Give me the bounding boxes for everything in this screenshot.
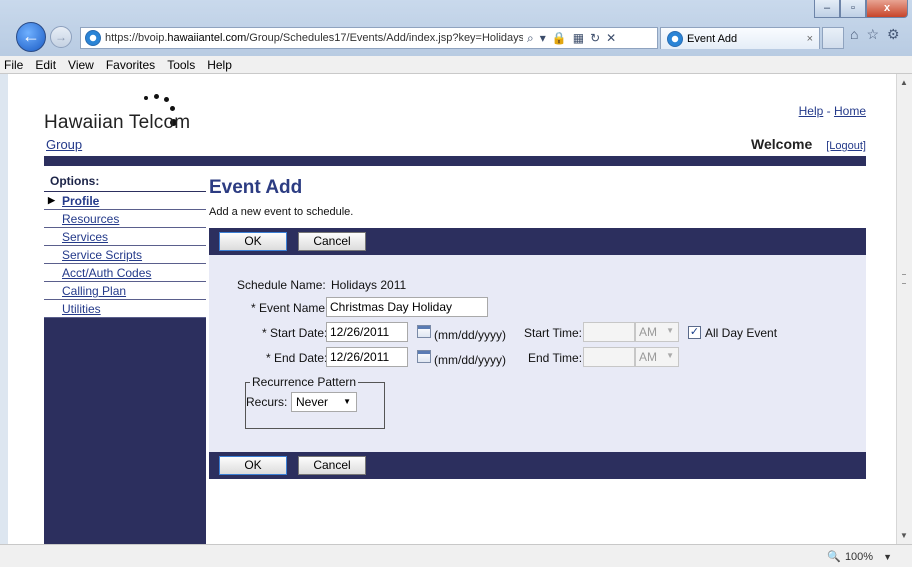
end-time-label: End Time: <box>528 351 583 365</box>
address-bar[interactable]: https://bvoip.hawaiiantel.com/Group/Sche… <box>80 27 658 49</box>
sidebar-item-acct-auth-codes[interactable]: Acct/Auth Codes <box>44 264 206 282</box>
sidebar-item-service-scripts[interactable]: Service Scripts <box>44 246 206 264</box>
recurrence-pattern-legend: Recurrence Pattern <box>250 375 359 389</box>
menu-view[interactable]: View <box>68 58 94 72</box>
window-controls: – ▫ x <box>814 0 908 18</box>
cancel-button-top[interactable]: Cancel <box>298 232 366 251</box>
options-sidebar: Options: ▶ Profile Resources Services Se… <box>44 166 206 544</box>
all-day-event-checkbox[interactable]: ✓ <box>688 326 701 339</box>
header-links: Help - Home <box>799 104 866 118</box>
vertical-scrollbar[interactable]: ▲ ▼ <box>896 74 912 544</box>
recurrence-pattern-group: Recurrence Pattern Recurs: Never ▼ <box>245 375 385 429</box>
dropdown-icon[interactable]: ▾ <box>540 31 546 46</box>
event-name-label: * Event Name: <box>251 301 329 315</box>
header-divider-bar <box>44 156 866 166</box>
link-separator: - <box>826 104 831 118</box>
recurs-label: Recurs: <box>246 395 288 409</box>
menu-help[interactable]: Help <box>207 58 232 72</box>
menu-file[interactable]: File <box>4 58 23 72</box>
url-text[interactable]: https://bvoip.hawaiiantel.com/Group/Sche… <box>105 32 523 44</box>
cancel-button-bottom[interactable]: Cancel <box>298 456 366 475</box>
start-date-format: (mm/dd/yyyy) <box>434 328 506 342</box>
compat-view-icon[interactable]: ▦ <box>573 31 584 46</box>
end-date-calendar-icon[interactable] <box>417 350 431 363</box>
search-icon[interactable]: ⌕ <box>527 31 534 46</box>
menu-bar: File Edit View Favorites Tools Help <box>0 56 912 74</box>
ok-button-bottom[interactable]: OK <box>219 456 287 475</box>
scroll-up-icon[interactable]: ▲ <box>900 78 908 87</box>
start-time-label: Start Time: <box>524 326 583 340</box>
sidebar-item-profile[interactable]: ▶ Profile <box>44 192 206 210</box>
start-time-ampm-select[interactable]: AM ▼ <box>635 322 679 342</box>
end-date-format: (mm/dd/yyyy) <box>434 353 506 367</box>
end-date-input[interactable] <box>326 347 408 367</box>
scroll-grip[interactable] <box>902 274 906 284</box>
home-link[interactable]: Home <box>834 104 866 118</box>
welcome-text: Welcome <box>751 136 813 152</box>
back-button[interactable]: ← <box>16 22 46 52</box>
stop-icon[interactable]: ✕ <box>606 31 616 46</box>
new-tab-button[interactable] <box>822 27 844 49</box>
forward-button[interactable]: → <box>50 26 72 48</box>
chevron-down-icon: ▼ <box>343 397 351 406</box>
sidebar-item-calling-plan[interactable]: Calling Plan <box>44 282 206 300</box>
top-action-bar: OK Cancel <box>209 228 866 255</box>
zoom-icon: 🔍 <box>827 551 841 563</box>
sidebar-item-services[interactable]: Services <box>44 228 206 246</box>
options-heading: Options: <box>44 166 206 192</box>
page-subtitle: Add a new event to schedule. <box>209 206 354 218</box>
end-time-ampm-select[interactable]: AM ▼ <box>635 347 679 367</box>
logout-link[interactable]: [Logout] <box>826 140 866 152</box>
sidebar-item-resources[interactable]: Resources <box>44 210 206 228</box>
ok-button-top[interactable]: OK <box>219 232 287 251</box>
tab-close-icon[interactable]: × <box>807 33 813 45</box>
event-form: Schedule Name: Holidays 2011 * Event Nam… <box>209 255 866 452</box>
start-date-calendar-icon[interactable] <box>417 325 431 338</box>
zoom-control[interactable]: 🔍 100% ▼ <box>827 550 892 564</box>
page-title: Event Add <box>209 177 303 198</box>
all-day-event-label: All Day Event <box>705 326 778 340</box>
zoom-dropdown-icon[interactable]: ▼ <box>883 552 892 562</box>
menu-edit[interactable]: Edit <box>35 58 56 72</box>
start-date-label: * Start Date: <box>262 326 328 340</box>
menu-tools[interactable]: Tools <box>167 58 195 72</box>
lock-icon[interactable]: 🔒 <box>552 31 567 46</box>
gear-icon[interactable]: ⚙ <box>887 26 900 43</box>
end-date-label: * End Date: <box>266 351 328 365</box>
minimize-button[interactable]: – <box>814 0 840 18</box>
zoom-level: 100% <box>844 550 874 563</box>
welcome-area: Welcome [Logout] <box>751 136 866 152</box>
start-time-input[interactable] <box>583 322 635 342</box>
group-link[interactable]: Group <box>46 137 82 152</box>
schedule-name-value: Holidays 2011 <box>331 278 407 292</box>
scroll-down-icon[interactable]: ▼ <box>900 531 908 540</box>
chevron-down-icon: ▼ <box>666 326 674 335</box>
status-bar: 🔍 100% ▼ <box>0 544 912 567</box>
favorites-star-icon[interactable]: ☆ <box>866 26 879 43</box>
maximize-button[interactable]: ▫ <box>840 0 866 18</box>
tab-event-add[interactable]: Event Add × <box>660 27 820 49</box>
current-arrow-icon: ▶ <box>48 195 55 205</box>
refresh-icon[interactable]: ↻ <box>590 31 600 46</box>
event-name-input[interactable] <box>326 297 488 317</box>
tab-ie-icon <box>667 30 683 47</box>
tab-title: Event Add <box>687 32 738 45</box>
page-viewport: Hawaiian Telcom Group Help - Home Welcom… <box>8 74 896 544</box>
menu-favorites[interactable]: Favorites <box>106 58 155 72</box>
bottom-action-bar: OK Cancel <box>209 452 866 479</box>
browser-titlebar: – ▫ x ← → https://bvoip.hawaiiantel.com/… <box>0 0 912 56</box>
chevron-down-icon: ▼ <box>666 351 674 360</box>
brand-name: Hawaiian Telcom <box>44 112 191 133</box>
end-time-input[interactable] <box>583 347 635 367</box>
start-date-input[interactable] <box>326 322 408 342</box>
ie-icon <box>85 30 101 46</box>
schedule-name-label: Schedule Name: <box>237 278 326 292</box>
help-link[interactable]: Help <box>799 104 824 118</box>
sidebar-item-utilities[interactable]: Utilities <box>44 300 206 318</box>
home-icon[interactable]: ⌂ <box>850 26 858 43</box>
recurs-select[interactable]: Never ▼ <box>291 392 357 412</box>
close-button[interactable]: x <box>866 0 908 18</box>
